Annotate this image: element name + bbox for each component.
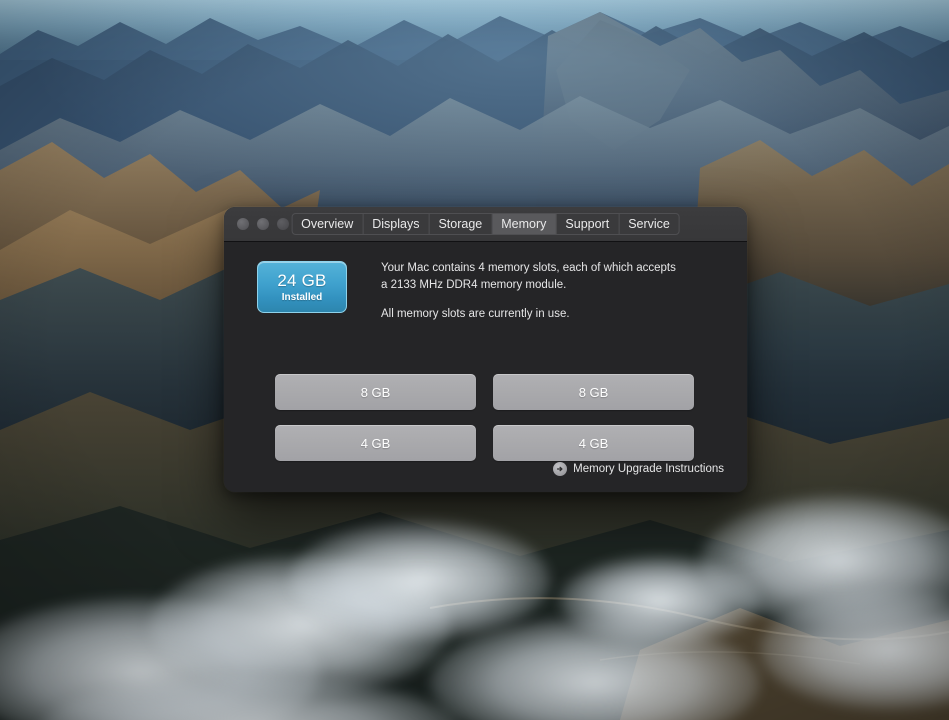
- memory-panel: 24 GB Installed Your Mac contains 4 memo…: [224, 242, 747, 492]
- memory-description: Your Mac contains 4 memory slots, each o…: [381, 260, 681, 323]
- installed-memory-caption: Installed: [281, 292, 323, 303]
- memory-slot-label: 4 GB: [578, 435, 609, 451]
- memory-slot[interactable]: 8 GB: [275, 374, 476, 410]
- tab-memory-label: Memory: [501, 216, 547, 231]
- tab-displays-label: Displays: [372, 216, 420, 231]
- minimize-button[interactable]: [257, 218, 269, 230]
- memory-slot-label: 8 GB: [578, 384, 609, 400]
- memory-slot[interactable]: 4 GB: [493, 425, 694, 461]
- installed-memory-badge: 24 GB Installed: [257, 261, 347, 313]
- tab-displays[interactable]: Displays: [363, 214, 430, 234]
- tab-service-label: Service: [628, 216, 670, 231]
- close-button[interactable]: [237, 218, 249, 230]
- tab-memory[interactable]: Memory: [492, 214, 557, 234]
- memory-slot-grid: 8 GB 8 GB 4 GB 4 GB: [275, 374, 694, 461]
- traffic-light-group: [237, 218, 289, 230]
- tab-storage[interactable]: Storage: [429, 214, 493, 234]
- arrow-right-circle-icon: [553, 462, 568, 476]
- memory-slot[interactable]: 8 GB: [493, 374, 694, 410]
- memory-upgrade-instructions-label: Memory Upgrade Instructions: [573, 463, 724, 475]
- memory-upgrade-instructions-link[interactable]: Memory Upgrade Instructions: [553, 462, 724, 476]
- tab-overview[interactable]: Overview: [292, 214, 364, 234]
- memory-description-line-1: Your Mac contains 4 memory slots, each o…: [381, 262, 676, 291]
- memory-slot-label: 8 GB: [360, 384, 391, 400]
- tab-storage-label: Storage: [438, 216, 483, 231]
- tab-support-label: Support: [565, 216, 610, 231]
- installed-memory-value: 24 GB: [277, 271, 327, 290]
- tab-support[interactable]: Support: [556, 214, 620, 234]
- about-this-mac-window[interactable]: Overview Displays Storage Memory Support…: [224, 207, 747, 492]
- memory-slot[interactable]: 4 GB: [275, 425, 476, 461]
- desktop-wallpaper: Overview Displays Storage Memory Support…: [0, 0, 949, 720]
- memory-description-line-2: All memory slots are currently in use.: [381, 308, 570, 321]
- memory-slot-label: 4 GB: [360, 435, 391, 451]
- tab-service[interactable]: Service: [619, 214, 679, 234]
- zoom-button[interactable]: [277, 218, 289, 230]
- window-titlebar[interactable]: Overview Displays Storage Memory Support…: [224, 207, 747, 242]
- tab-overview-label: Overview: [301, 216, 354, 231]
- tab-bar[interactable]: Overview Displays Storage Memory Support…: [291, 213, 680, 235]
